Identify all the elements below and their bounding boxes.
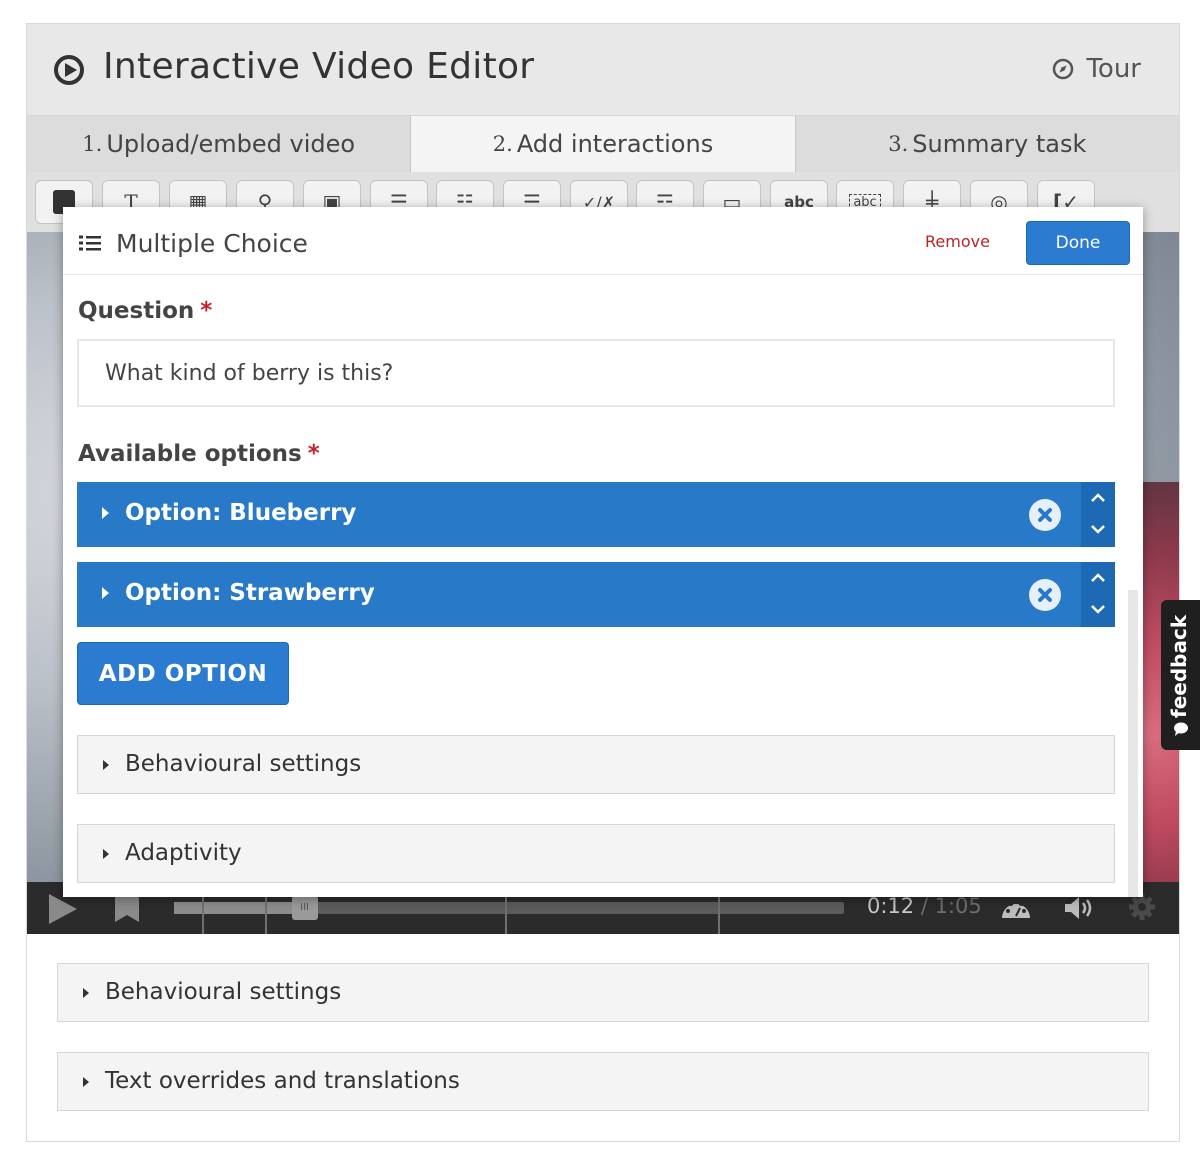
volume-icon[interactable] — [1063, 894, 1097, 922]
feedback-label: feedback — [1167, 614, 1191, 718]
tab-label: Summary task — [912, 130, 1087, 158]
option-label: Option: Strawberry — [125, 580, 375, 606]
remove-interaction-link[interactable]: Remove — [925, 232, 990, 251]
option-order-controls — [1081, 562, 1115, 627]
move-down-icon[interactable] — [1089, 600, 1107, 618]
question-label-text: Question — [78, 298, 195, 324]
expand-caret-icon — [83, 988, 89, 998]
section-label: Adaptivity — [125, 840, 242, 866]
bookmark-icon[interactable] — [115, 894, 139, 922]
section-label: Text overrides and translations — [105, 1068, 460, 1094]
tab-number: 3. — [888, 132, 909, 156]
expand-caret-icon — [103, 849, 109, 859]
dialog-title: Multiple Choice — [116, 229, 308, 258]
editor-tabs: 1. Upload/embed video 2. Add interaction… — [27, 116, 1179, 172]
text-overrides-section[interactable]: Text overrides and translations — [57, 1052, 1149, 1111]
time-readout: 0:12 / 1:05 — [867, 894, 982, 918]
expand-caret-icon — [103, 760, 109, 770]
section-label: Behavioural settings — [105, 979, 342, 1005]
behavioural-settings-section[interactable]: Behavioural settings — [57, 963, 1149, 1022]
playback-speed-icon[interactable] — [999, 894, 1033, 920]
done-button[interactable]: Done — [1026, 221, 1130, 265]
feedback-tab[interactable]: feedback — [1161, 600, 1200, 750]
question-label: Question * — [78, 298, 212, 324]
seek-bar[interactable]: III — [174, 896, 844, 920]
expand-caret-icon — [102, 587, 109, 599]
editor-header: Interactive Video Editor Tour — [27, 24, 1179, 116]
tab-number: 2. — [492, 132, 513, 156]
tab-number: 1. — [82, 132, 103, 156]
required-mark: * — [200, 298, 213, 324]
option-item-blueberry[interactable]: Option: Blueberry — [77, 482, 1115, 547]
option-item-strawberry[interactable]: Option: Strawberry — [77, 562, 1115, 627]
options-label-text: Available options — [78, 441, 302, 467]
seek-progress — [174, 902, 295, 914]
play-icon[interactable] — [49, 894, 77, 924]
tab-label: Upload/embed video — [106, 130, 356, 158]
chat-bubble-icon — [1174, 722, 1188, 736]
seek-handle[interactable]: III — [291, 896, 318, 920]
play-circle-icon — [54, 55, 84, 85]
expand-caret-icon — [83, 1077, 89, 1087]
tab-summary-task[interactable]: 3. Summary task — [795, 116, 1179, 172]
adaptivity-section[interactable]: Adaptivity — [77, 824, 1115, 883]
section-label: Behavioural settings — [125, 751, 362, 777]
dialog-behavioural-settings-section[interactable]: Behavioural settings — [77, 735, 1115, 794]
dialog-header: Multiple Choice Remove Done — [63, 207, 1143, 275]
editor-title: Interactive Video Editor — [103, 46, 535, 87]
remove-option-icon[interactable] — [1029, 499, 1061, 531]
total-time: / 1:05 — [920, 894, 982, 918]
move-down-icon[interactable] — [1089, 520, 1107, 538]
current-time: 0:12 — [867, 894, 915, 918]
question-input[interactable] — [77, 339, 1115, 407]
required-mark: * — [307, 441, 320, 467]
move-up-icon[interactable] — [1089, 489, 1107, 507]
compass-icon — [1053, 58, 1074, 80]
remove-option-icon[interactable] — [1029, 579, 1061, 611]
expand-caret-icon — [102, 507, 109, 519]
multiple-choice-list-icon — [79, 235, 101, 251]
tab-add-interactions[interactable]: 2. Add interactions — [411, 116, 796, 172]
tab-label: Add interactions — [516, 130, 714, 158]
option-label: Option: Blueberry — [125, 500, 357, 526]
tab-upload-embed-video[interactable]: 1. Upload/embed video — [27, 116, 412, 172]
dialog-scrollbar[interactable] — [1128, 590, 1138, 897]
add-option-button[interactable]: ADD OPTION — [77, 642, 289, 705]
multiple-choice-dialog: Multiple Choice Remove Done Question* Av… — [63, 207, 1143, 897]
tour-label: Tour — [1086, 54, 1141, 84]
available-options-label: Available options * — [78, 441, 320, 467]
move-up-icon[interactable] — [1089, 569, 1107, 587]
option-order-controls — [1081, 482, 1115, 547]
tour-button[interactable]: Tour — [1052, 54, 1141, 84]
